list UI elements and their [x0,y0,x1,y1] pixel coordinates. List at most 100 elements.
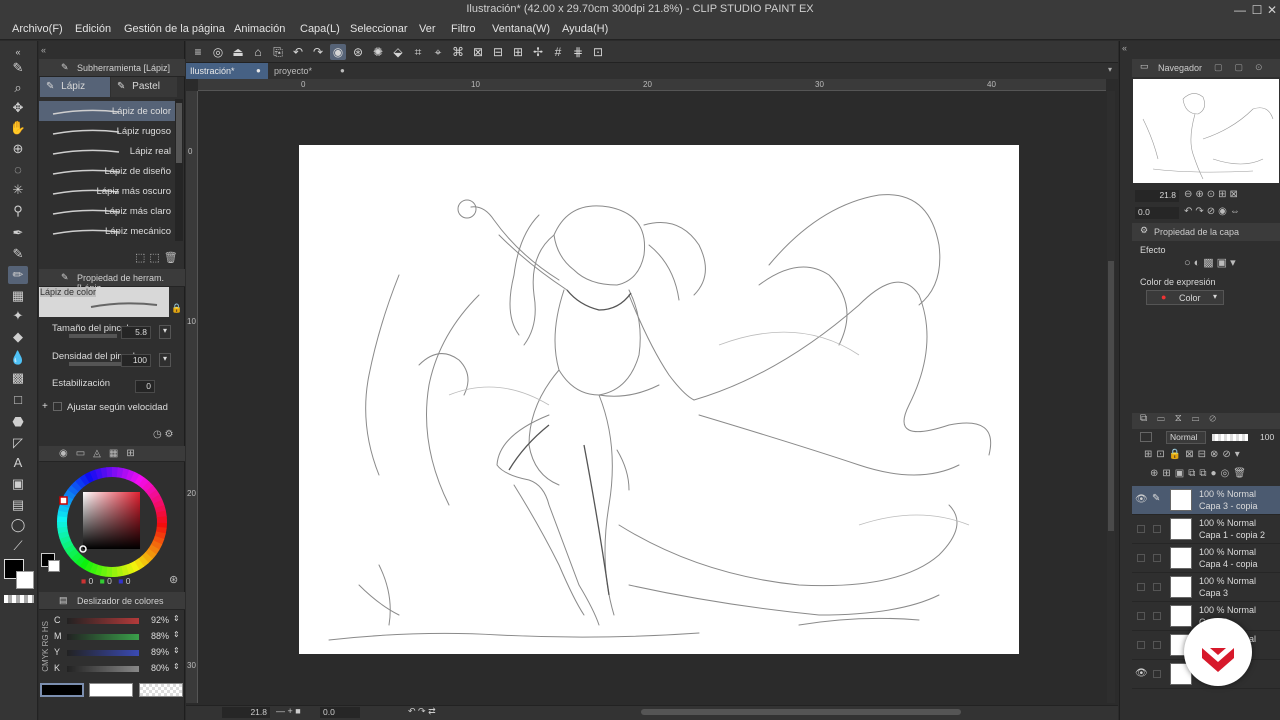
tab-close-icon[interactable]: ● [256,63,261,79]
navigator-preview[interactable] [1133,79,1279,183]
channel-slider[interactable] [67,650,139,656]
wheel-sub-color[interactable] [48,560,60,572]
rectangle-icon[interactable]: □ [8,391,28,409]
brush-size-dropdown-icon[interactable]: ▾ [159,325,171,339]
layer-row[interactable]: 100 % Normal Capa 3 [1132,573,1280,602]
density-value[interactable]: 100 [121,354,151,367]
menu-capa[interactable]: Capa(L) [300,23,340,35]
airbrush-icon[interactable]: ▦ [8,287,28,305]
density-dropdown-icon[interactable]: ▾ [159,353,171,367]
channel-value[interactable]: 88% [151,631,169,641]
visibility-toggle[interactable] [1137,641,1145,649]
command-icon[interactable]: ◎ [210,44,226,60]
lock-toggle[interactable] [1153,670,1161,678]
layer-row[interactable]: 👁 ✎ 100 % Normal Capa 3 - copia [1132,486,1280,515]
navigator-zoom-icons[interactable]: ⊖⊕⊙⊞⊠ [1184,189,1241,200]
layer-color-box[interactable] [1140,432,1152,442]
eraser-icon[interactable]: ◆ [8,328,28,346]
command-icon[interactable]: ↶ [290,44,306,60]
lasso-icon[interactable]: ◌ [8,161,28,179]
decoration-icon[interactable]: ✦ [8,307,28,325]
blend-mode-select[interactable]: Normal [1166,431,1206,444]
close-button[interactable]: ✕ [1264,2,1280,18]
navigator-zoom[interactable]: 21.8 [1135,190,1179,202]
lock-toggle[interactable] [1153,612,1161,620]
tabs-menu-icon[interactable]: ▾ [1108,65,1112,74]
layer-row[interactable]: 100 % Normal Capa 1 - copia 2 [1132,515,1280,544]
tab-lapiz[interactable]: ✎ Lápiz [40,77,110,97]
stepper-icon[interactable]: ⇕ [173,662,180,671]
lock-toggle[interactable] [1153,641,1161,649]
visibility-toggle[interactable] [1137,583,1145,591]
channel-slider[interactable] [67,618,139,624]
fill-icon[interactable]: ▩ [8,369,28,387]
frame-icon[interactable]: ▤ [8,496,28,514]
brush-list-scrollbar[interactable] [175,99,183,241]
channel-slider[interactable] [67,666,139,672]
command-icon[interactable]: ⋕ [570,44,586,60]
brush-size-value[interactable]: 5.8 [121,326,151,339]
slider-sub-color[interactable] [89,683,133,697]
speed-checkbox[interactable] [53,402,62,411]
channel-value[interactable]: 80% [151,663,169,673]
rotation-readout[interactable]: 0.0 [320,707,360,718]
command-icon[interactable]: ◉ [330,44,346,60]
visibility-toggle[interactable] [1137,612,1145,620]
property-settings-icon[interactable]: ◷ ⚙ [153,429,173,440]
layer-tools-row2-icons[interactable]: ⊕⊞▣⧉⧉●◎🗑 [1150,468,1250,479]
menu-ver[interactable]: Ver [419,23,436,35]
eye-icon[interactable]: 👁 [1135,494,1148,505]
pencil-icon[interactable]: ✎ [8,245,28,263]
brush-size-slider[interactable] [69,334,117,338]
tab-pastel[interactable]: ✎ Pastel [111,77,177,97]
command-icon[interactable]: ⊛ [350,44,366,60]
stepper-icon[interactable]: ⇕ [173,614,180,623]
channel-value[interactable]: 89% [151,647,169,657]
zoom-controls-icon[interactable]: — + ■ [276,706,301,716]
command-icon[interactable]: ≡ [190,44,206,60]
menu-gestion-pagina[interactable]: Gestión de la página [124,23,225,35]
lock-toggle[interactable] [1153,525,1161,533]
command-icon[interactable]: ✢ [530,44,546,60]
transparent-swatch[interactable] [4,595,34,603]
expression-select[interactable]: ● Color ▾ [1146,290,1224,305]
text-icon[interactable]: A [8,454,28,472]
command-icon[interactable]: ⬙ [390,44,406,60]
color-wheel[interactable] [53,463,171,581]
command-icon[interactable]: ⌗ [410,44,426,60]
navigator-rotate-icons[interactable]: ↶↷⊘◉⇔ [1184,206,1243,217]
command-icon[interactable]: ⏏ [230,44,246,60]
command-icon[interactable]: ⌖ [430,44,446,60]
brush-item[interactable]: Lápiz más oscuro [39,181,175,201]
command-icon[interactable]: ⊡ [590,44,606,60]
effect-icons[interactable]: ○◐▩▣▾ [1184,256,1239,269]
command-icon[interactable]: ⎘ [270,44,286,60]
command-icon[interactable]: ⊟ [490,44,506,60]
channel-slider[interactable] [67,634,139,640]
sub-color-swatch[interactable] [16,571,34,589]
command-icon[interactable]: ↷ [310,44,326,60]
color-tabs-icon[interactable]: ◉▭◬▦⊞ [59,448,143,459]
brush-item[interactable]: Lápiz rugoso [39,121,175,141]
navigator-rotation[interactable]: 0.0 [1135,207,1179,219]
menu-seleccionar[interactable]: Seleccionar [350,23,407,35]
ruler-icon[interactable]: ◸ [8,434,28,452]
command-icon[interactable]: ⌂ [250,44,266,60]
menu-ventana[interactable]: Ventana(W) [492,23,550,35]
command-icon[interactable]: ✺ [370,44,386,60]
slider-main-color[interactable] [40,683,84,697]
menu-filtro[interactable]: Filtro [451,23,475,35]
lock-toggle[interactable] [1153,554,1161,562]
minimize-button[interactable]: — [1232,2,1248,18]
menu-ayuda[interactable]: Ayuda(H) [562,23,608,35]
zoom-readout[interactable]: 21.8 [222,707,270,718]
menu-edicion[interactable]: Edición [75,23,111,35]
layer-tools-row1-icons[interactable]: ⊞⊡🔒⊠⊟⊗⊘▾ [1144,449,1244,460]
pen-mini-icon[interactable]: ✎ [8,59,28,77]
channel-value[interactable]: 92% [151,615,169,625]
brush-list-actions-icon[interactable]: ⬚⬚🗑 [135,251,182,264]
maximize-button[interactable]: ☐ [1249,2,1265,18]
layer-panel-tabs[interactable]: ⧉▭⧖▭⊘ [1132,413,1280,429]
rotate-controls-icon[interactable]: ↶ ↷ ⇄ [408,706,436,717]
blend-icon[interactable]: 💧 [8,349,28,367]
